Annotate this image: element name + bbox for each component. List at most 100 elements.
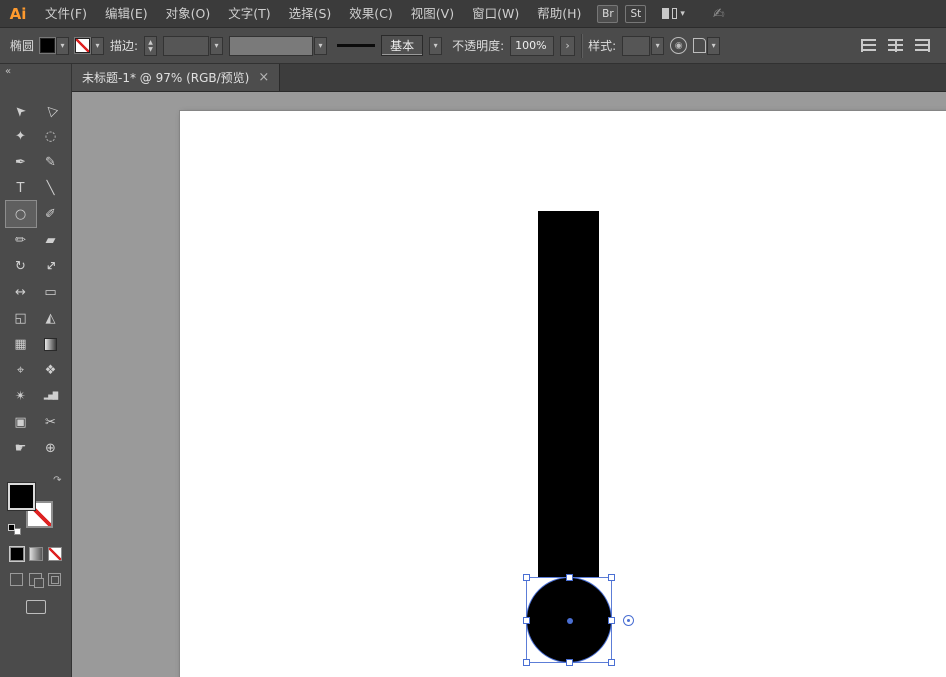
menu-file[interactable]: 文件(F) <box>36 0 96 28</box>
stroke-weight-stepper[interactable]: ▲ ▼ <box>144 35 158 56</box>
selection-handle-bottom-middle[interactable] <box>566 659 573 666</box>
default-fill-stroke-icon[interactable] <box>7 524 21 535</box>
brush-definition-select[interactable]: ▾ <box>229 35 328 56</box>
mesh-tool[interactable]: ▦ <box>6 331 36 357</box>
stroke-profile-value[interactable]: 基本 <box>381 35 424 56</box>
tool-grid: ➤ ▷ ✦ ◌ ✒ ✎ T ╲ ○ ✐ ✏ ▰ ↻ ↕ ↔ ▭ ◱ ◭ ▦ ⌖ … <box>0 97 71 461</box>
stroke-profile-select[interactable]: 基本 ▾ <box>333 35 446 57</box>
brush-definition-field[interactable] <box>229 35 314 56</box>
menu-view[interactable]: 视图(V) <box>402 0 463 28</box>
chevron-down-icon[interactable]: ▾ <box>707 36 721 55</box>
pen-tool[interactable]: ✒ <box>6 149 36 175</box>
screen-mode-button[interactable] <box>25 600 46 614</box>
app-logo[interactable]: Ai <box>0 5 36 23</box>
bridge-badge[interactable]: Br <box>597 4 619 23</box>
ellipse-tool[interactable]: ○ <box>4 200 37 228</box>
toolbar-collapse-chevron[interactable]: « <box>0 64 71 79</box>
gradient-button[interactable] <box>28 547 43 561</box>
menu-select[interactable]: 选择(S) <box>280 0 341 28</box>
column-graph-tool[interactable]: ▂▅█ <box>36 383 66 409</box>
lasso-tool[interactable]: ◌ <box>36 123 66 149</box>
opacity-panel-button[interactable]: › <box>560 35 576 56</box>
document-tab[interactable]: 未标题-1* @ 97% (RGB/预览) × <box>72 64 281 91</box>
selection-handle-bottom-left[interactable] <box>523 659 530 666</box>
rotate-tool[interactable]: ↻ <box>6 253 36 279</box>
menu-type[interactable]: 文字(T) <box>219 0 279 28</box>
canvas-pasteboard[interactable] <box>72 92 946 677</box>
selection-handle-top-right[interactable] <box>608 574 615 581</box>
line-segment-tool[interactable]: ╲ <box>36 175 66 201</box>
zoom-tool[interactable]: ⊕ <box>36 435 66 461</box>
curvature-tool[interactable]: ✎ <box>36 149 66 175</box>
slice-tool[interactable]: ✂ <box>36 409 66 435</box>
stroke-none-swatch[interactable] <box>75 38 91 53</box>
selection-handle-middle-right[interactable] <box>608 617 615 624</box>
selection-handle-top-middle[interactable] <box>566 574 573 581</box>
chevron-down-icon[interactable]: ▾ <box>56 36 70 55</box>
menu-edit[interactable]: 编辑(E) <box>96 0 157 28</box>
menu-help[interactable]: 帮助(H) <box>528 0 590 28</box>
stock-badge[interactable]: St <box>625 4 647 23</box>
menu-window[interactable]: 窗口(W) <box>463 0 528 28</box>
align-horizontal-left-icon[interactable] <box>861 39 876 52</box>
perspective-grid-tool[interactable]: ◭ <box>36 305 66 331</box>
workspace-switcher[interactable]: ▾ <box>662 8 685 19</box>
align-horizontal-center-icon[interactable] <box>888 39 903 52</box>
stroke-weight-field[interactable] <box>163 35 210 56</box>
pencil-tool[interactable]: ✏ <box>6 227 36 253</box>
shape-builder-tool[interactable]: ◱ <box>6 305 36 331</box>
none-button[interactable] <box>47 547 62 561</box>
gradient-tool[interactable] <box>36 331 66 357</box>
fill-color-dropdown[interactable]: ▾ <box>40 36 70 55</box>
chevron-down-icon[interactable]: ▾ <box>314 36 328 55</box>
menu-object[interactable]: 对象(O) <box>157 0 220 28</box>
style-select[interactable]: ▾ <box>622 35 665 56</box>
stroke-color-dropdown[interactable]: ▾ <box>75 36 105 55</box>
selection-handle-top-left[interactable] <box>523 574 530 581</box>
document-setup-button[interactable]: ▾ <box>693 36 721 55</box>
menu-effect[interactable]: 效果(C) <box>340 0 401 28</box>
close-icon[interactable]: × <box>258 70 269 85</box>
align-buttons <box>861 39 936 52</box>
eyedropper-tool[interactable]: ⌖ <box>6 357 36 383</box>
black-rectangle-shape[interactable] <box>538 211 599 577</box>
blend-tool[interactable]: ❖ <box>36 357 66 383</box>
chevron-down-icon[interactable]: ▾ <box>91 36 105 55</box>
swap-fill-stroke-icon[interactable]: ↷ <box>53 475 61 486</box>
stroke-weight-select[interactable]: ▾ <box>163 35 224 56</box>
chevron-down-icon[interactable]: ▾ <box>651 36 665 55</box>
fill-swatch[interactable] <box>7 483 35 510</box>
style-field[interactable] <box>622 35 651 56</box>
paintbrush-tool[interactable]: ✐ <box>36 201 66 227</box>
selection-tool[interactable]: ➤ <box>6 97 36 123</box>
touch-workspace-icon[interactable]: ✍ <box>713 6 725 22</box>
chevron-down-icon[interactable]: ▾ <box>210 36 224 55</box>
chevron-down-icon[interactable]: ▾ <box>429 36 443 55</box>
scale-tool[interactable]: ↕ <box>36 253 66 279</box>
draw-behind-button[interactable] <box>29 573 44 588</box>
selection-handle-middle-left[interactable] <box>523 617 530 624</box>
color-button[interactable] <box>8 546 25 562</box>
type-tool[interactable]: T <box>6 175 36 201</box>
zoom-icon: ⊕ <box>45 440 56 456</box>
width-tool[interactable]: ↔ <box>6 279 36 305</box>
live-shape-widget[interactable] <box>623 615 634 626</box>
stepper-down-icon[interactable]: ▼ <box>148 46 153 53</box>
free-transform-tool[interactable]: ▭ <box>36 279 66 305</box>
align-horizontal-right-icon[interactable] <box>915 39 930 52</box>
magic-wand-tool[interactable]: ✦ <box>6 123 36 149</box>
hand-tool[interactable]: ☛ <box>6 435 36 461</box>
eraser-tool[interactable]: ▰ <box>36 227 66 253</box>
recolor-artwork-icon[interactable]: ◉ <box>670 37 688 54</box>
direct-selection-tool[interactable]: ▷ <box>36 97 66 123</box>
draw-inside-button[interactable] <box>48 573 61 586</box>
selection-center-point[interactable] <box>567 618 573 624</box>
stepper-up-icon[interactable]: ▲ <box>148 39 153 46</box>
fill-color-swatch[interactable] <box>40 38 56 53</box>
selection-handle-bottom-right[interactable] <box>608 659 615 666</box>
opacity-input[interactable] <box>510 35 555 56</box>
draw-normal-button[interactable] <box>10 573 23 586</box>
artboard-tool[interactable]: ▣ <box>6 409 36 435</box>
artboard[interactable] <box>179 110 946 677</box>
symbol-sprayer-tool[interactable]: ✴ <box>6 383 36 409</box>
